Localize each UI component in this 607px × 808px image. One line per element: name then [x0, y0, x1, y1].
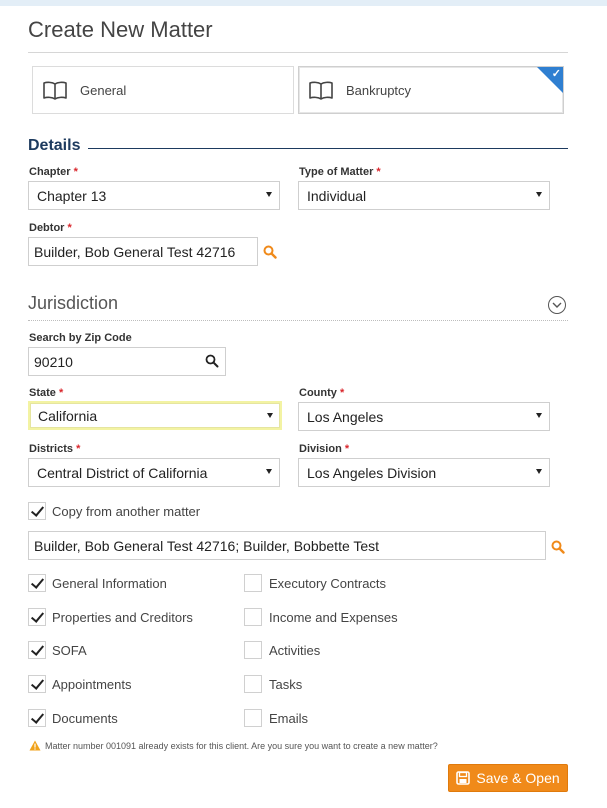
required-marker: * [344, 443, 350, 455]
duplicate-matter-warning: Matter number 001091 already exists for … [29, 740, 438, 751]
districts-select-value: Central District of California [37, 464, 208, 481]
division-label: Division * [299, 443, 350, 455]
book-icon [309, 81, 333, 100]
copy-from-matter-checkbox[interactable] [28, 502, 46, 520]
option-general-information-label: General Information [52, 576, 167, 591]
option-sofa-checkbox[interactable] [28, 641, 46, 659]
copy-matter-value: Builder, Bob General Test 42716; Builder… [34, 537, 380, 554]
division-select[interactable]: Los Angeles Division [298, 458, 550, 487]
state-select[interactable]: California [28, 401, 282, 430]
warning-text: Matter number 001091 already exists for … [45, 740, 438, 751]
matter-type-bankruptcy-label: Bankruptcy [346, 82, 412, 98]
jurisdiction-divider [28, 320, 568, 321]
chapter-select[interactable]: Chapter 13 [28, 181, 280, 210]
county-select[interactable]: Los Angeles [298, 402, 550, 431]
zip-search-value: 90210 [34, 353, 73, 370]
debtor-input-value: Builder, Bob General Test 42716 [34, 243, 236, 260]
required-marker: * [67, 222, 72, 234]
option-activities-label: Activities [269, 643, 321, 658]
option-sofa-label: SOFA [52, 643, 87, 658]
matter-type-general[interactable]: General [32, 66, 294, 114]
option-executory-contracts-label: Executory Contracts [269, 576, 387, 591]
option-properties-creditors-checkbox[interactable] [28, 608, 46, 626]
caret-down-icon [536, 413, 542, 418]
option-activities-checkbox[interactable] [244, 641, 262, 659]
type-of-matter-select-value: Individual [307, 187, 367, 204]
option-executory-contracts-checkbox[interactable] [244, 574, 262, 592]
county-select-value: Los Angeles [307, 408, 384, 425]
option-tasks-label: Tasks [269, 677, 303, 692]
option-emails-label: Emails [269, 711, 309, 726]
type-of-matter-label: Type of Matter * [299, 166, 381, 178]
matter-type-bankruptcy[interactable]: Bankruptcy ✓ [298, 66, 564, 114]
save-and-open-button[interactable]: Save & Open [448, 764, 568, 792]
option-income-expenses-label: Income and Expenses [269, 610, 398, 625]
option-emails-checkbox[interactable] [244, 709, 262, 727]
state-label: State * [29, 387, 64, 399]
option-general-information-checkbox[interactable] [28, 574, 46, 592]
option-appointments-label: Appointments [52, 677, 132, 692]
option-properties-creditors-label: Properties and Creditors [52, 610, 193, 625]
required-marker: * [73, 166, 78, 178]
zip-search-icon[interactable] [205, 354, 219, 368]
division-select-value: Los Angeles Division [307, 464, 437, 481]
type-of-matter-select[interactable]: Individual [298, 181, 550, 210]
option-documents-label: Documents [52, 711, 118, 726]
details-section-title: Details [28, 137, 81, 154]
districts-select[interactable]: Central District of California [28, 458, 280, 487]
copy-from-matter-label: Copy from another matter [52, 504, 201, 519]
save-icon [456, 771, 471, 785]
check-icon: ✓ [551, 68, 561, 80]
districts-label: Districts * [29, 443, 81, 455]
copy-matter-input[interactable]: Builder, Bob General Test 42716; Builder… [28, 531, 546, 560]
collapse-toggle-icon[interactable] [548, 296, 566, 314]
copy-matter-search-icon[interactable] [551, 540, 565, 554]
warning-icon [29, 740, 41, 751]
caret-down-icon [266, 469, 272, 474]
option-income-expenses-checkbox[interactable] [244, 608, 262, 626]
caret-down-icon [267, 413, 273, 418]
details-divider [88, 148, 568, 149]
option-documents-checkbox[interactable] [28, 709, 46, 727]
debtor-search-icon[interactable] [263, 245, 277, 259]
matter-type-general-label: General [80, 82, 127, 98]
caret-down-icon [536, 469, 542, 474]
jurisdiction-section-title: Jurisdiction [28, 293, 119, 313]
required-marker: * [58, 387, 64, 399]
save-and-open-label: Save & Open [476, 770, 560, 786]
state-select-value: California [38, 407, 98, 424]
option-tasks-checkbox[interactable] [244, 675, 262, 693]
option-appointments-checkbox[interactable] [28, 675, 46, 693]
top-bar [0, 0, 607, 6]
required-marker: * [339, 387, 345, 399]
zip-search-input[interactable]: 90210 [28, 347, 226, 376]
book-icon [43, 81, 67, 100]
debtor-label: Debtor * [29, 222, 72, 234]
zip-label: Search by Zip Code [29, 332, 132, 344]
county-label: County * [299, 387, 345, 399]
page-title: Create New Matter [28, 17, 213, 42]
caret-down-icon [536, 192, 542, 197]
title-divider [28, 52, 568, 53]
chapter-label: Chapter * [29, 166, 78, 178]
required-marker: * [376, 166, 381, 178]
caret-down-icon [266, 192, 272, 197]
chapter-select-value: Chapter 13 [37, 187, 107, 204]
required-marker: * [76, 443, 81, 455]
debtor-input[interactable]: Builder, Bob General Test 42716 [28, 237, 258, 266]
